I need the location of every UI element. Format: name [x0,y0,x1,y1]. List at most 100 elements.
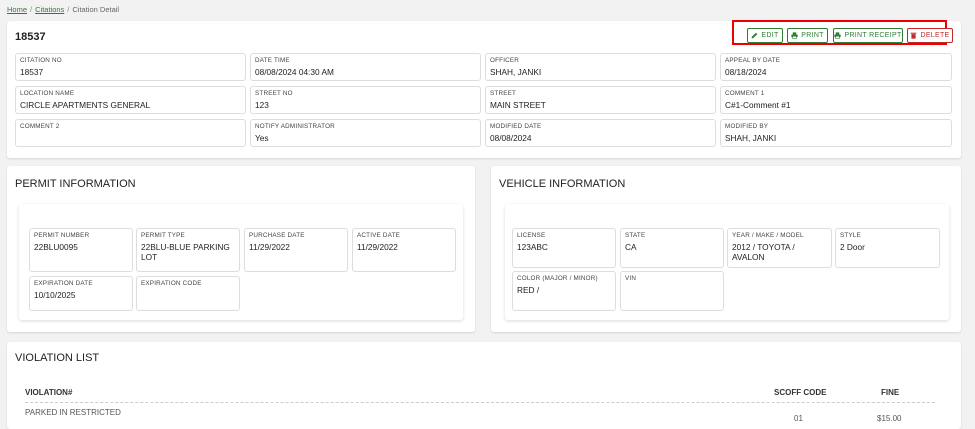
field-value: 2012 / TOYOTA / AVALON [732,242,795,262]
field-value: 08/18/2024 [725,67,767,77]
field-value: 22BLU-BLUE PARKING LOT [141,242,230,262]
field-value: 10/10/2025 [34,290,76,300]
field-value: SHAH, JANKI [490,67,542,77]
breadcrumb-home-link[interactable]: Home [7,5,27,14]
field-label: STREET NO [255,90,293,97]
edit-button[interactable]: EDIT [747,28,783,43]
purchase-date-field: PURCHASE DATE 11/29/2022 [244,228,348,272]
field-label: ACTIVE DATE [357,232,401,239]
table-divider [25,402,935,403]
street-field: STREET MAIN STREET [485,86,716,114]
date-time-field: DATE TIME 08/08/2024 04:30 AM [250,53,481,81]
breadcrumb: Home / Citations / Citation Detail [7,5,119,14]
field-label: COMMENT 1 [725,90,765,97]
field-label: COMMENT 2 [20,123,60,130]
year-make-model-field: YEAR / MAKE / MODEL 2012 / TOYOTA / AVAL… [727,228,832,268]
field-label: OFFICER [490,57,520,64]
field-label: CITATION NO [20,57,62,64]
field-value: C#1-Comment #1 [725,100,791,110]
field-value: SHAH, JANKI [725,133,777,143]
field-label: PERMIT TYPE [141,232,185,239]
delete-button-label: DELETE [920,32,950,39]
field-label: DATE TIME [255,57,290,64]
field-value: 2 Door [840,242,865,252]
field-value: 22BLU0095 [34,242,78,252]
field-label: LOCATION NAME [20,90,75,97]
field-label: YEAR / MAKE / MODEL [732,232,804,239]
permit-type-field: PERMIT TYPE 22BLU-BLUE PARKING LOT [136,228,240,272]
state-field: STATE CA [620,228,724,268]
vehicle-information-card: VEHICLE INFORMATION LICENSE 123ABC STATE… [491,166,961,332]
field-value: CIRCLE APARTMENTS GENERAL [20,100,151,110]
printer-icon [791,32,798,39]
field-label: MODIFIED BY [725,123,769,130]
field-value: 123 [255,100,269,110]
field-value: 08/08/2024 [490,133,532,143]
field-label: MODIFIED DATE [490,123,542,130]
column-header-fine: FINE [881,388,900,397]
field-label: STATE [625,232,646,239]
expiration-code-field: EXPIRATION CODE [136,276,240,311]
permit-information-card: PERMIT INFORMATION PERMIT NUMBER 22BLU00… [7,166,475,332]
field-value: RED / [517,285,540,295]
fine-cell: $15.00 [877,414,902,423]
field-value: Yes [255,133,269,143]
license-field: LICENSE 123ABC [512,228,616,268]
comment-2-field: COMMENT 2 [15,119,246,147]
field-label: PURCHASE DATE [249,232,305,239]
field-label: APPEAL BY DATE [725,57,781,64]
printer-icon [834,32,842,39]
location-name-field: LOCATION NAME CIRCLE APARTMENTS GENERAL [15,86,246,114]
field-value: 123ABC [517,242,548,252]
expiration-date-field: EXPIRATION DATE 10/10/2025 [29,276,133,311]
field-label: PERMIT NUMBER [34,232,90,239]
breadcrumb-separator: / [67,5,70,14]
appeal-by-date-field: APPEAL BY DATE 08/18/2024 [720,53,952,81]
field-value: 11/29/2022 [249,242,290,252]
color-field: COLOR (MAJOR / MINOR) RED / [512,271,616,311]
scoff-code-cell: 01 [794,414,803,423]
citation-no-field: CITATION NO 18537 [15,53,246,81]
column-header-violation: VIOLATION# [25,388,73,397]
street-no-field: STREET NO 123 [250,86,481,114]
print-receipt-button[interactable]: PRINT RECEIPT [833,28,903,43]
style-field: STYLE 2 Door [835,228,940,268]
field-value: CA [625,242,637,252]
vehicle-information-panel: LICENSE 123ABC STATE CA YEAR / MAKE / MO… [505,204,949,320]
modified-by-field: MODIFIED BY SHAH, JANKI [720,119,952,147]
breadcrumb-current: Citation Detail [72,5,120,14]
violation-cell: PARKED IN RESTRICTED [25,408,121,417]
permit-information-title: PERMIT INFORMATION [15,178,136,190]
permit-number-field: PERMIT NUMBER 22BLU0095 [29,228,133,272]
field-value: 18537 [20,67,44,77]
trash-icon [911,32,917,39]
delete-button[interactable]: DELETE [907,28,953,43]
active-date-field: ACTIVE DATE 11/29/2022 [352,228,456,272]
modified-date-field: MODIFIED DATE 08/08/2024 [485,119,716,147]
field-value: 11/29/2022 [357,242,398,252]
permit-information-panel: PERMIT NUMBER 22BLU0095 PERMIT TYPE 22BL… [19,204,463,320]
print-button[interactable]: PRINT [787,28,828,43]
citation-detail-card: 18537 EDIT PRINT PRINT RECEIPT DELETE CI… [7,20,961,158]
print-receipt-button-label: PRINT RECEIPT [844,32,902,39]
officer-field: OFFICER SHAH, JANKI [485,53,716,81]
print-button-label: PRINT [801,32,824,39]
field-label: STREET [490,90,517,97]
breadcrumb-citations-link[interactable]: Citations [35,5,64,14]
field-label: STYLE [840,232,861,239]
notify-administrator-field: NOTIFY ADMINISTRATOR Yes [250,119,481,147]
field-label: NOTIFY ADMINISTRATOR [255,123,335,130]
vin-field: VIN [620,271,724,311]
field-value: MAIN STREET [490,100,546,110]
violation-list-title: VIOLATION LIST [15,352,100,364]
field-label: COLOR (MAJOR / MINOR) [517,275,598,282]
vehicle-information-title: VEHICLE INFORMATION [499,178,626,190]
field-label: EXPIRATION CODE [141,280,202,287]
column-header-scoff-code: SCOFF CODE [774,388,827,397]
edit-button-label: EDIT [761,32,779,39]
pencil-icon [752,32,758,39]
field-label: EXPIRATION DATE [34,280,93,287]
violation-list-card: VIOLATION LIST VIOLATION# SCOFF CODE FIN… [7,342,961,429]
breadcrumb-separator: / [30,5,33,14]
field-label: LICENSE [517,232,546,239]
